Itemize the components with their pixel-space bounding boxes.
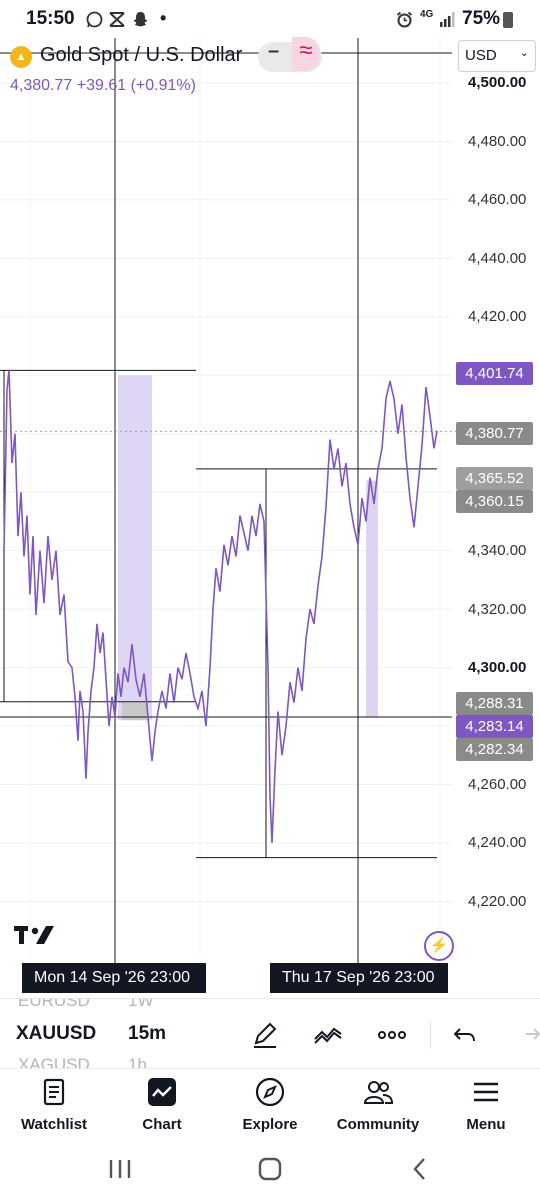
axis-tick: 4,220.00	[468, 893, 527, 910]
toolbar-divider	[430, 1021, 431, 1049]
notification-dot-icon: •	[160, 8, 167, 28]
axis-tick: 4,500.00	[468, 74, 527, 91]
nav-label: Chart	[142, 1116, 182, 1133]
nav-menu[interactable]: Menu	[436, 1077, 536, 1133]
menu-icon	[471, 1077, 501, 1107]
system-nav	[0, 1136, 540, 1200]
axis-tick: 4,460.00	[468, 191, 527, 208]
chart-icon	[147, 1077, 177, 1107]
more-icon[interactable]	[376, 1021, 408, 1049]
symbol-switcher-next[interactable]: XAGUSD 1h	[18, 1055, 147, 1069]
compass-icon	[255, 1077, 285, 1107]
nav-chart[interactable]: Chart	[112, 1077, 212, 1133]
approx-icon: ≈	[292, 37, 320, 71]
nav-explore[interactable]: Explore	[220, 1077, 320, 1133]
lightning-icon[interactable]: ⚡	[424, 931, 454, 961]
minus-icon: –	[268, 40, 280, 62]
axis-tick: 4,440.00	[468, 250, 527, 267]
range-highlight	[122, 702, 148, 721]
network-type: 4G	[420, 9, 434, 20]
time-tag: Thu 17 Sep '26 23:00	[270, 963, 448, 993]
last-price: 4,380.77	[10, 77, 73, 94]
time-tag: Mon 14 Sep '26 23:00	[22, 963, 206, 993]
symbol-selector[interactable]: XAUUSD	[16, 1023, 96, 1045]
axis-tick: 4,340.00	[468, 542, 527, 559]
currency-label: USD	[465, 47, 497, 64]
price-tag-last: 4,380.77	[456, 422, 533, 445]
whatsapp-icon	[86, 11, 103, 32]
currency-select[interactable]: USD ⌄	[458, 40, 536, 72]
ghost-interval: 1h	[128, 1055, 147, 1069]
price-tag-high: 4,401.74	[456, 362, 533, 385]
price-tag: 4,288.31	[456, 692, 533, 715]
community-icon	[363, 1077, 394, 1107]
chart-toolbar: EURUSD 1W XAUUSD 15m XAGUSD 1h	[0, 998, 540, 1069]
axis-tick: 4,300.00	[468, 659, 527, 676]
price-tag: 4,282.34	[456, 738, 533, 761]
chevron-down-icon: ⌄	[519, 47, 529, 59]
status-bar: 15:50 • 4G 75%	[0, 0, 540, 38]
axis-tick: 4,320.00	[468, 601, 527, 618]
quote-status-pill[interactable]: – ≈	[258, 37, 322, 72]
signal-icon	[439, 11, 456, 32]
axis-tick: 4,480.00	[468, 133, 527, 150]
nav-label: Community	[336, 1116, 420, 1133]
snapchat-icon	[132, 11, 149, 32]
axis-tick: 4,260.00	[468, 776, 527, 793]
trend-tool-icon[interactable]	[312, 1021, 344, 1049]
ghost-symbol: XAGUSD	[18, 1055, 90, 1069]
symbol-title[interactable]: Gold Spot / U.S. Dollar	[40, 44, 242, 67]
gold-logo-icon: ▲	[10, 46, 32, 68]
price-change: +39.61 (+0.91%)	[76, 77, 196, 94]
back-icon[interactable]	[405, 1154, 435, 1184]
watchlist-icon	[39, 1077, 69, 1107]
price-tag-crosshair: 4,283.14	[456, 715, 533, 738]
nav-label: Explore	[242, 1116, 298, 1133]
ghost-symbol: EURUSD	[18, 998, 90, 1010]
ghost-interval: 1W	[128, 998, 154, 1010]
status-time: 15:50	[26, 8, 75, 29]
axis-tick: 4,240.00	[468, 834, 527, 851]
undo-icon[interactable]	[450, 1021, 482, 1049]
axis-tick: 4,420.00	[468, 308, 527, 325]
battery-level: 75%	[462, 8, 501, 29]
redo-icon[interactable]	[512, 1021, 540, 1049]
home-icon[interactable]	[255, 1154, 285, 1184]
nav-watchlist[interactable]: Watchlist	[4, 1077, 104, 1133]
bottom-nav: Watchlist Chart Explore Community Menu	[0, 1068, 540, 1137]
nav-community[interactable]: Community	[328, 1077, 428, 1133]
link-icon	[108, 11, 126, 32]
alarm-icon	[396, 11, 413, 32]
recents-icon[interactable]	[105, 1154, 135, 1184]
price-chart[interactable]	[0, 38, 540, 998]
price-change-line: 4,380.77 +39.61 (+0.91%)	[10, 77, 196, 95]
chart-area[interactable]	[0, 38, 540, 998]
price-tag: 4,360.15	[456, 490, 533, 513]
nav-label: Watchlist	[20, 1116, 88, 1133]
nav-label: Menu	[466, 1116, 506, 1133]
range-highlight	[366, 480, 378, 718]
pencil-icon[interactable]	[250, 1021, 282, 1049]
interval-selector[interactable]: 15m	[128, 1023, 166, 1045]
price-tag: 4,365.52	[456, 467, 533, 490]
symbol-switcher-prev[interactable]: EURUSD 1W	[18, 998, 154, 1011]
battery-icon	[503, 12, 513, 28]
tradingview-logo-icon	[14, 922, 58, 946]
